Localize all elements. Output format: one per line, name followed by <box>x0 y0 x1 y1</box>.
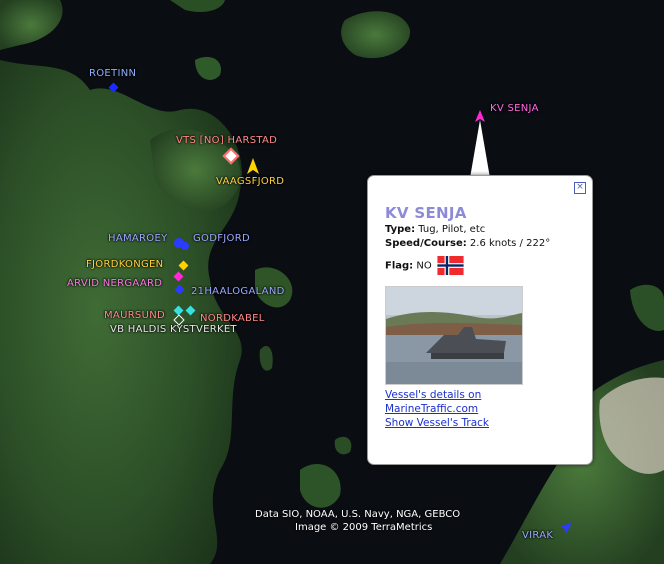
label-arvid-nergaard[interactable]: ARVID NERGAARD <box>67 278 162 289</box>
vessel-details-link[interactable]: Vessel's details on <box>385 389 481 401</box>
vessel-photo <box>385 286 523 385</box>
flag-value: NO <box>416 260 432 272</box>
label-godfjord[interactable]: GODFJORD <box>193 233 250 244</box>
vessel-popup: × KV SENJA Type: Tug, Pilot, etc Speed/C… <box>367 175 593 465</box>
show-track-link[interactable]: Show Vessel's Track <box>385 417 489 429</box>
credit-data: Data SIO, NOAA, U.S. Navy, NGA, GEBCO <box>255 509 461 520</box>
flag-label: Flag: <box>385 260 414 272</box>
label-nordkabel[interactable]: NORDKABEL <box>200 313 265 324</box>
norway-flag-icon <box>437 256 464 275</box>
vessel-icon-vaagsfjord[interactable] <box>247 158 259 174</box>
label-fjordkongen[interactable]: FJORDKONGEN <box>86 259 163 270</box>
speed-value: 2.6 knots / 222° <box>469 238 551 249</box>
label-vaagsfjord[interactable]: VAAGSFJORD <box>216 176 284 187</box>
label-vts-harstad[interactable]: VTS [NO] HARSTAD <box>176 135 277 146</box>
label-vb-haldis[interactable]: VB HALDIS KYSTVERKET <box>110 324 237 335</box>
flag-row: Flag: NO <box>385 256 464 275</box>
credit-image: Image © 2009 TerraMetrics <box>295 522 433 533</box>
vessel-icon-virak[interactable] <box>558 522 572 534</box>
type-value: Tug, Pilot, etc <box>418 224 486 235</box>
popup-title: KV SENJA <box>385 204 467 222</box>
label-roetinn[interactable]: ROETINN <box>89 68 136 79</box>
type-label: Type: <box>385 224 416 235</box>
vessel-icon-kv-senja[interactable] <box>475 110 485 122</box>
label-kv-senja[interactable]: KV SENJA <box>490 103 539 114</box>
label-hamaroey[interactable]: HAMAROEY <box>108 233 167 244</box>
label-virak[interactable]: VIRAK <box>522 530 553 541</box>
speed-row: Speed/Course: 2.6 knots / 222° <box>385 238 550 249</box>
marker-godfjord[interactable] <box>181 242 189 250</box>
label-21haalogaland[interactable]: 21HAALOGALAND <box>191 286 285 297</box>
close-icon[interactable]: × <box>574 182 586 194</box>
type-row: Type: Tug, Pilot, etc <box>385 224 485 235</box>
speed-label: Speed/Course: <box>385 238 467 249</box>
label-maursund[interactable]: MAURSUND <box>104 310 165 321</box>
marinetraffic-link[interactable]: MarineTraffic.com <box>385 403 478 415</box>
